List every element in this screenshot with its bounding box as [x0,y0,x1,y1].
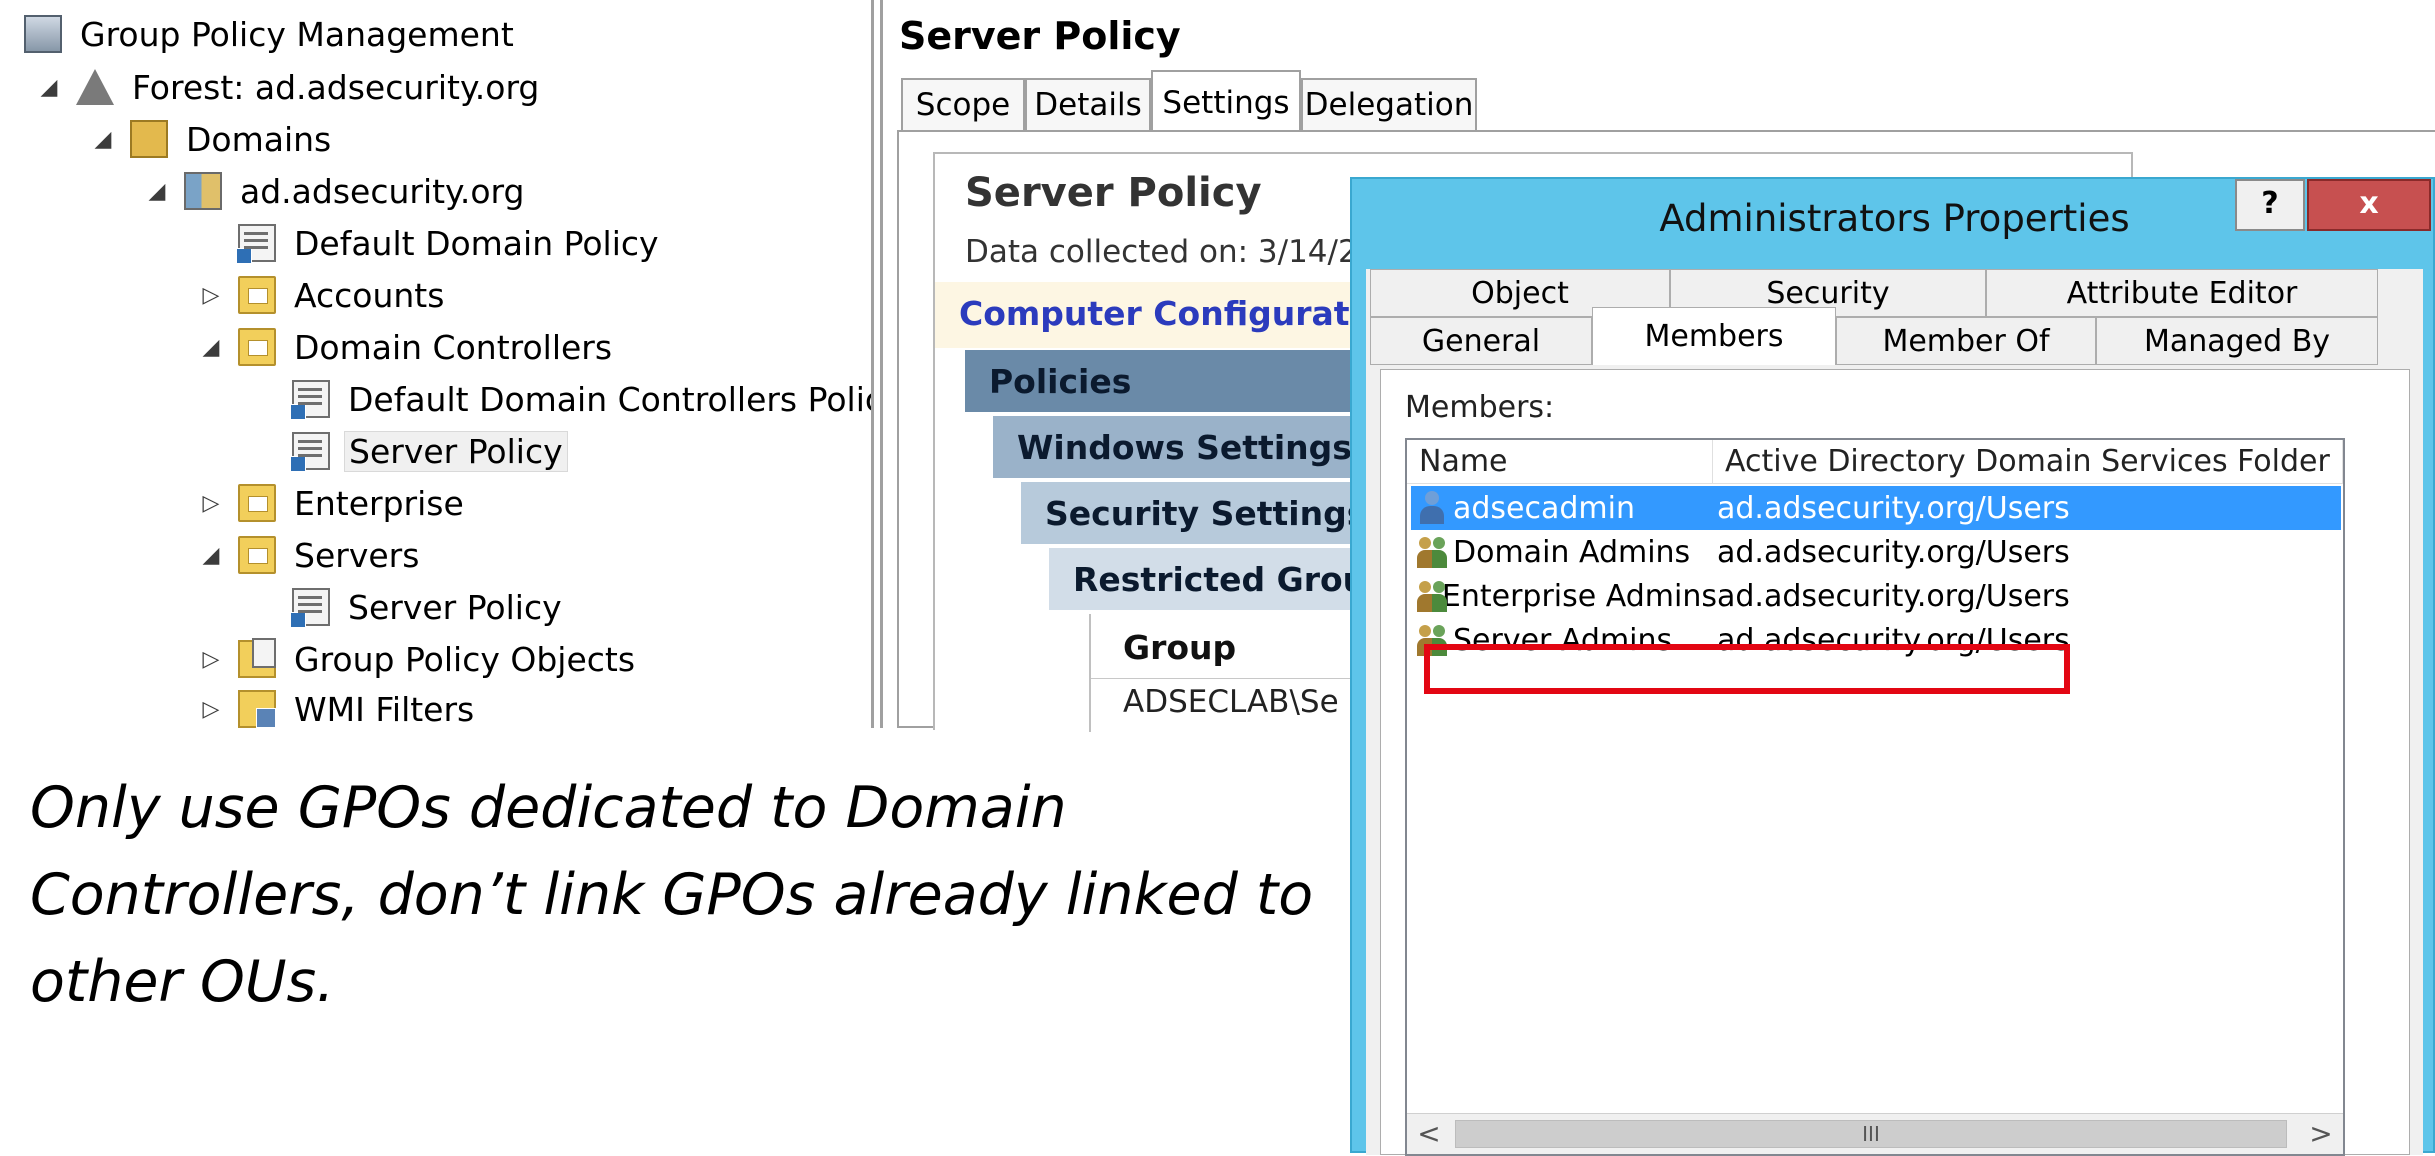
tree-item-label: Domains [186,119,332,159]
members-label: Members: [1405,390,1555,425]
tab-attribute-editor[interactable]: Attribute Editor [1986,269,2378,317]
tree-item-label: Group Policy Management [80,14,514,54]
gpo-title: Server Policy [899,14,1181,58]
ou-folder-icon [238,484,276,522]
ou-folder-icon [238,276,276,314]
close-button[interactable]: x [2307,179,2431,231]
members-list[interactable]: Name Active Directory Domain Services Fo… [1405,438,2345,1156]
member-name: Enterprise Admins [1441,578,1717,614]
gpmc-tree-panel: Group Policy Management ◢ Forest: ad.ads… [0,0,874,728]
tree-item-domain[interactable]: ◢ ad.adsecurity.org [144,167,529,215]
domain-icon [184,172,222,210]
horizontal-scrollbar[interactable]: < III > [1407,1113,2343,1154]
member-row-enterprise-admins[interactable]: Enterprise Admins ad.adsecurity.org/User… [1411,574,2341,618]
tab-member-of[interactable]: Member Of [1836,317,2096,365]
gpo-link-icon [236,224,276,264]
slide-caption: Only use GPOs dedicated to Domain Contro… [30,775,1314,1015]
tree-item-forest[interactable]: ◢ Forest: ad.adsecurity.org [36,63,543,111]
domains-icon [130,120,168,158]
tree-item-label: Enterprise [294,483,464,523]
dialog-client-area: Object Security Attribute Editor General… [1366,269,2423,1156]
tab-managed-by[interactable]: Managed By [2096,317,2378,365]
ou-folder-icon [238,328,276,366]
tree-item-server-policy-servers[interactable]: Server Policy [290,583,566,631]
member-name: Domain Admins [1453,534,1691,570]
scroll-thumb[interactable]: III [1455,1120,2287,1148]
member-folder: ad.adsecurity.org/Users [1717,578,2070,614]
scroll-right-icon[interactable]: > [2303,1114,2339,1154]
gpo-link-icon [290,380,330,420]
wmi-folder-icon [238,690,276,728]
member-name: adsecadmin [1453,490,1636,526]
tree-item-label: ad.adsecurity.org [240,171,525,211]
group-value: ADSECLAB\Se [1123,684,1339,720]
tree-item-label: Domain Controllers [294,327,613,367]
ou-folder-icon [238,536,276,574]
gpo-link-icon [290,432,330,472]
highlight-box-server-admins [1424,644,2070,694]
tree-item-group-policy-management[interactable]: Group Policy Management [24,10,518,58]
tree-item-label: WMI Filters [294,689,475,729]
tab-general[interactable]: General [1370,317,1592,365]
collapse-arrow-icon[interactable]: ◢ [36,75,62,100]
group-column-header: Group [1123,628,1237,667]
tree-item-label: Default Domain Controllers Policy [348,379,874,419]
tab-settings[interactable]: Settings [1151,70,1301,134]
help-button[interactable]: ? [2235,179,2305,231]
tree-item-label: Forest: ad.adsecurity.org [132,67,540,107]
tree-item-label: Group Policy Objects [294,639,636,679]
collapse-arrow-icon[interactable]: ◢ [198,335,224,360]
collapse-arrow-icon[interactable]: ◢ [144,179,170,204]
collapse-arrow-icon[interactable]: ◢ [90,127,116,152]
user-icon [1417,491,1447,525]
tab-scope[interactable]: Scope [901,78,1025,130]
forest-icon [76,69,114,105]
tree-item-default-domain-controllers-policy[interactable]: Default Domain Controllers Policy [290,375,874,423]
tree-item-label: Accounts [294,275,445,315]
tree-item-default-domain-policy[interactable]: Default Domain Policy [236,219,663,267]
report-title: Server Policy [965,170,1262,216]
member-row-domain-admins[interactable]: Domain Admins ad.adsecurity.org/Users [1411,530,2341,574]
column-header-name[interactable]: Name [1407,440,1713,484]
member-row-adsecadmin[interactable]: adsecadmin ad.adsecurity.org/Users [1411,486,2341,530]
column-header-folder[interactable]: Active Directory Domain Services Folder [1713,440,2343,484]
tree-item-label: Default Domain Policy [294,223,659,263]
gpo-folder-icon [238,638,276,678]
tree-item-domains[interactable]: ◢ Domains [90,115,335,163]
expand-arrow-icon[interactable]: ▷ [198,697,224,722]
collapse-arrow-icon[interactable]: ◢ [198,543,224,568]
tree-item-server-policy-dc[interactable]: Server Policy [290,427,568,475]
gpo-link-icon [290,588,330,628]
expand-arrow-icon[interactable]: ▷ [198,647,224,672]
tree-item-wmi-filters[interactable]: ▷ WMI Filters [198,685,478,728]
tree-item-accounts[interactable]: ▷ Accounts [198,271,448,319]
group-icon [1417,535,1447,569]
tree-item-servers[interactable]: ◢ Servers [198,531,423,579]
members-tab-page: Members: Name Active Directory Domain Se… [1380,369,2410,1156]
tab-delegation[interactable]: Delegation [1301,78,1477,130]
tab-members[interactable]: Members [1592,307,1836,365]
group-icon [1417,579,1447,613]
tree-item-enterprise[interactable]: ▷ Enterprise [198,479,468,527]
tree-item-label: Server Policy [348,587,562,627]
member-folder: ad.adsecurity.org/Users [1717,490,2070,526]
expand-arrow-icon[interactable]: ▷ [198,491,224,516]
tab-details[interactable]: Details [1025,78,1151,130]
tree-item-domain-controllers[interactable]: ◢ Domain Controllers [198,323,616,371]
expand-arrow-icon[interactable]: ▷ [198,283,224,308]
tree-item-label: Servers [294,535,420,575]
group-policy-management-icon [24,15,62,53]
member-folder: ad.adsecurity.org/Users [1717,534,2070,570]
scroll-left-icon[interactable]: < [1411,1114,1447,1154]
tree-item-group-policy-objects[interactable]: ▷ Group Policy Objects [198,635,639,683]
tree-item-label: Server Policy [344,430,568,472]
